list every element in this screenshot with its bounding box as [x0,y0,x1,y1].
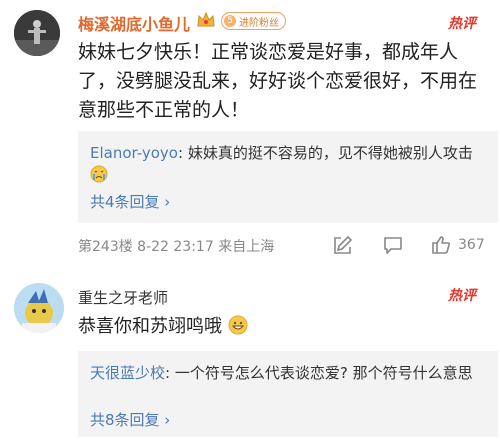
crying-face-icon [90,165,108,190]
like-icon[interactable] [430,234,452,256]
grinning-face-icon [228,315,248,340]
reply-username[interactable]: 天很蓝少校 [90,364,165,382]
reply-text: : 妹妹真的挺不容易的，见不得她被别人攻击 [178,144,473,162]
reply-content: Elanor-yoyo: 妹妹真的挺不容易的，见不得她被别人攻击 [90,141,490,190]
hot-comment-badge: 热评 [448,16,476,32]
reply-text: : 一个符号怎么代表谈恋爱? 那个符号什么意思 [165,364,473,382]
view-replies-link[interactable]: 共4条回复 › [90,191,170,212]
user-avatar[interactable] [14,10,60,56]
fan-badge-label: 进阶粉丝 [239,17,279,29]
fan-level: 5 [224,15,236,27]
user-avatar[interactable] [14,283,64,333]
comment-text: 恭喜你和苏翊鸣哦 [78,316,222,337]
reply-content: 天很蓝少校: 一个符号怎么代表谈恋爱? 那个符号什么意思 [90,361,490,385]
crown-icon [196,11,216,29]
hot-comment-badge: 热评 [448,288,476,304]
share-icon[interactable] [332,234,354,256]
comment-meta: 第243楼 8-22 23:17 来自上海 [78,239,275,255]
comment-icon[interactable] [382,234,404,256]
fan-badge[interactable]: 5 进阶粉丝 [221,12,286,30]
view-replies-link[interactable]: 共8条回复 › [90,409,170,430]
reply-preview[interactable]: Elanor-yoyo: 妹妹真的挺不容易的，见不得她被别人攻击 共4条回复 › [78,131,498,223]
like-count: 367 [458,237,485,253]
reply-username[interactable]: Elanor-yoyo [90,144,178,162]
comment-username[interactable]: 梅溪湖底小鱼儿 [78,11,190,35]
reply-preview[interactable]: 天很蓝少校: 一个符号怎么代表谈恋爱? 那个符号什么意思 共8条回复 › [78,351,498,437]
comment-text-row: 恭喜你和苏翊鸣哦 [78,312,248,340]
comment-text: 妹妹七夕快乐！正常谈恋爱是好事，都成年人了，没劈腿没乱来，好好谈个恋爱很好，不用… [78,41,478,121]
comment-username[interactable]: 重生之牙老师 [78,287,168,308]
